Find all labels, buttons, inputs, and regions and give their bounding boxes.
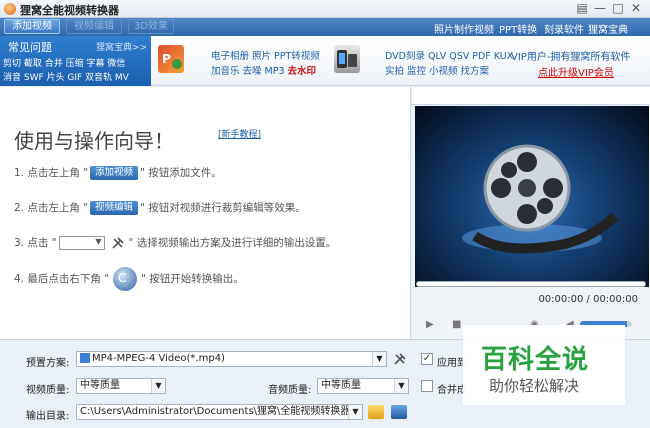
maximize-button[interactable]: □: [610, 1, 626, 16]
devices-icon: [334, 45, 360, 73]
video-quality-select[interactable]: 中等质量 ▼: [76, 378, 166, 394]
vip-promo-text[interactable]: VIP用户-拥有狸窝所有软件: [511, 48, 630, 63]
close-button[interactable]: ✕: [628, 1, 644, 16]
app-logo-icon: [4, 3, 16, 15]
minimize-button[interactable]: —: [592, 1, 608, 16]
film-reel-icon: [462, 144, 619, 254]
faq-panel: 常见问题 狸窝宝典>> 剪切 截取 合并 压缩 字幕 微信 消音 SWF 片头 …: [0, 36, 151, 86]
preset-select[interactable]: MP4-MPEG-4 Video(*.mp4) ▼: [76, 351, 387, 367]
liwo-guide-link[interactable]: 狸窝宝典: [588, 21, 628, 36]
chevron-down-icon: ▼: [372, 352, 386, 366]
svg-text:P: P: [162, 52, 171, 66]
faq-links-row-2[interactable]: 消音 SWF 片头 GIF 双音轨 MV: [3, 70, 129, 83]
video-edit-button[interactable]: 视频编辑: [66, 19, 122, 34]
promo-ad-1-line-2[interactable]: 加音乐 去噪 MP3 去水印: [211, 63, 316, 77]
promo-ad-2-line-2[interactable]: 实拍 监控 小视频 找方案: [385, 63, 489, 77]
audio-quality-select[interactable]: 中等质量 ▼: [317, 378, 409, 394]
promo-ad-2-line-1[interactable]: DVD刻录 QLV QSV PDF KUX: [385, 48, 513, 62]
stop-button[interactable]: ■: [452, 319, 461, 330]
guide-step-2: 2. 点击左上角 " 视频编辑 " 按钮对视频进行裁剪编辑等效果。: [14, 201, 306, 215]
guide-preset-combo: ▼: [58, 236, 105, 250]
guide-step-3: 3. 点击 " ▼ " 选择视频输出方案及进行详细的输出设置。: [14, 236, 337, 250]
audio-quality-label: 音频质量:: [268, 385, 312, 396]
promo-ad-1-line-1[interactable]: 电子相册 照片 PPT转视频: [211, 48, 320, 62]
chevron-down-icon: ▼: [151, 379, 165, 393]
apply-to-all-checkbox[interactable]: ✓: [421, 353, 433, 365]
ppt-convert-link[interactable]: PPT转换: [499, 21, 537, 36]
tutorial-link[interactable]: [新手教程]: [218, 127, 261, 140]
folder-open-icon[interactable]: [368, 405, 384, 419]
settings-tool-button[interactable]: [392, 352, 408, 366]
title-bar: 狸窝全能视频转换器 ▤ — □ ✕: [0, 0, 650, 18]
chevron-down-icon: ▼: [394, 379, 408, 393]
faq-more-link[interactable]: 狸窝宝典>>: [96, 40, 147, 53]
watermark-title: 百科全说: [481, 345, 590, 375]
timecode: 00:00:00 / 00:00:00: [538, 294, 638, 305]
3d-effect-button[interactable]: 3D效果: [128, 19, 174, 34]
chevron-down-icon: ▼: [348, 405, 362, 419]
watermark-subtitle: 助你轻松解决: [489, 377, 580, 395]
toolbar: 添加视频 视频编辑 3D效果 照片制作视频 PPT转换 刻录软件 狸窝宝典: [0, 18, 650, 36]
remove-watermark-link[interactable]: 去水印: [288, 66, 317, 77]
video-quality-label: 视频质量:: [26, 385, 70, 396]
preview-panel: 00:00:00 / 00:00:00 ▶ ■ ◉ ◀: [412, 87, 650, 339]
photo-to-video-link[interactable]: 照片制作视频: [434, 21, 494, 36]
guide-video-edit-button[interactable]: 视频编辑: [90, 201, 139, 215]
guide-step-4: 4. 最后点击右下角 " C " 按钮开始转换输出。: [14, 267, 244, 291]
settings-tool-icon: [111, 237, 124, 249]
promo-strip: 常见问题 狸窝宝典>> 剪切 截取 合并 压缩 字幕 微信 消音 SWF 片头 …: [0, 36, 650, 86]
play-button[interactable]: ▶: [426, 319, 434, 330]
open-output-icon[interactable]: [391, 405, 407, 419]
guide-title: 使用与操作向导！: [14, 129, 174, 153]
output-dir-select[interactable]: C:\Users\Administrator\Documents\狸窝\全能视频…: [76, 404, 363, 420]
window-title: 狸窝全能视频转换器: [20, 4, 119, 17]
burn-software-link[interactable]: 刻录软件: [544, 21, 584, 36]
guide-add-video-button[interactable]: 添加视频: [90, 166, 139, 180]
guide-panel: 使用与操作向导！ [新手教程] 1. 点击左上角 " 添加视频 " 按钮添加文件。 …: [0, 87, 411, 339]
merge-checkbox[interactable]: [421, 380, 433, 392]
app-window: 狸窝全能视频转换器 ▤ — □ ✕ 添加视频 视频编辑 3D效果 照片制作视频 …: [0, 0, 650, 428]
guide-convert-icon: C: [113, 267, 138, 291]
vip-upgrade-link[interactable]: 点此升级VIP会员: [538, 64, 614, 79]
guide-step-1: 1. 点击左上角 " 添加视频 " 按钮添加文件。: [14, 166, 222, 180]
output-dir-label: 输出目录:: [26, 411, 70, 422]
faq-links-row-1[interactable]: 剪切 截取 合并 压缩 字幕 微信: [3, 56, 125, 69]
add-video-button[interactable]: 添加视频: [4, 19, 60, 34]
watermark-overlay: 百科全说 助你轻松解决: [463, 325, 625, 405]
preview-header: [412, 87, 650, 105]
skin-menu-icon[interactable]: ▤: [574, 1, 590, 16]
faq-title: 常见问题: [8, 41, 52, 54]
video-preview: [415, 106, 649, 287]
chevron-down-icon: ▼: [95, 237, 102, 246]
mp4-icon: [80, 353, 90, 363]
ppt-icon: P: [158, 45, 184, 73]
seek-bar[interactable]: [416, 281, 646, 287]
preset-label: 预置方案:: [26, 358, 70, 369]
